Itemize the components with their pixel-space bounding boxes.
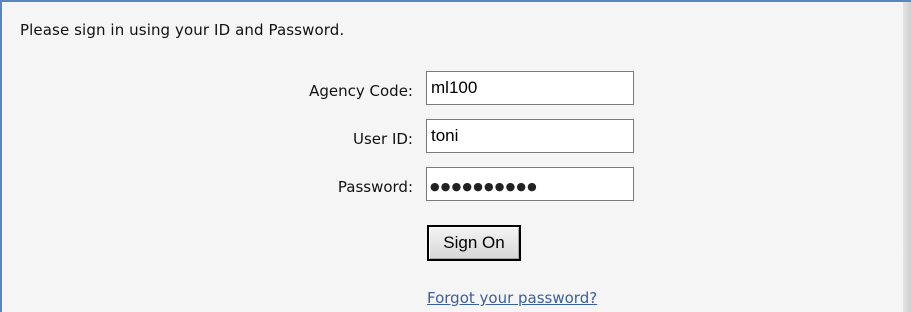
agency-code-label: Agency Code:	[309, 82, 413, 100]
agency-code-field[interactable]	[426, 71, 634, 105]
signin-panel: Please sign in using your ID and Passwor…	[0, 0, 911, 312]
user-id-field[interactable]	[426, 119, 634, 153]
sign-on-button[interactable]: Sign On	[427, 225, 521, 261]
signin-instructions: Please sign in using your ID and Passwor…	[20, 21, 345, 39]
user-id-label: User ID:	[353, 130, 413, 148]
password-label: Password:	[337, 178, 413, 196]
password-field[interactable]	[426, 167, 634, 201]
forgot-password-link[interactable]: Forgot your password?	[427, 289, 597, 307]
